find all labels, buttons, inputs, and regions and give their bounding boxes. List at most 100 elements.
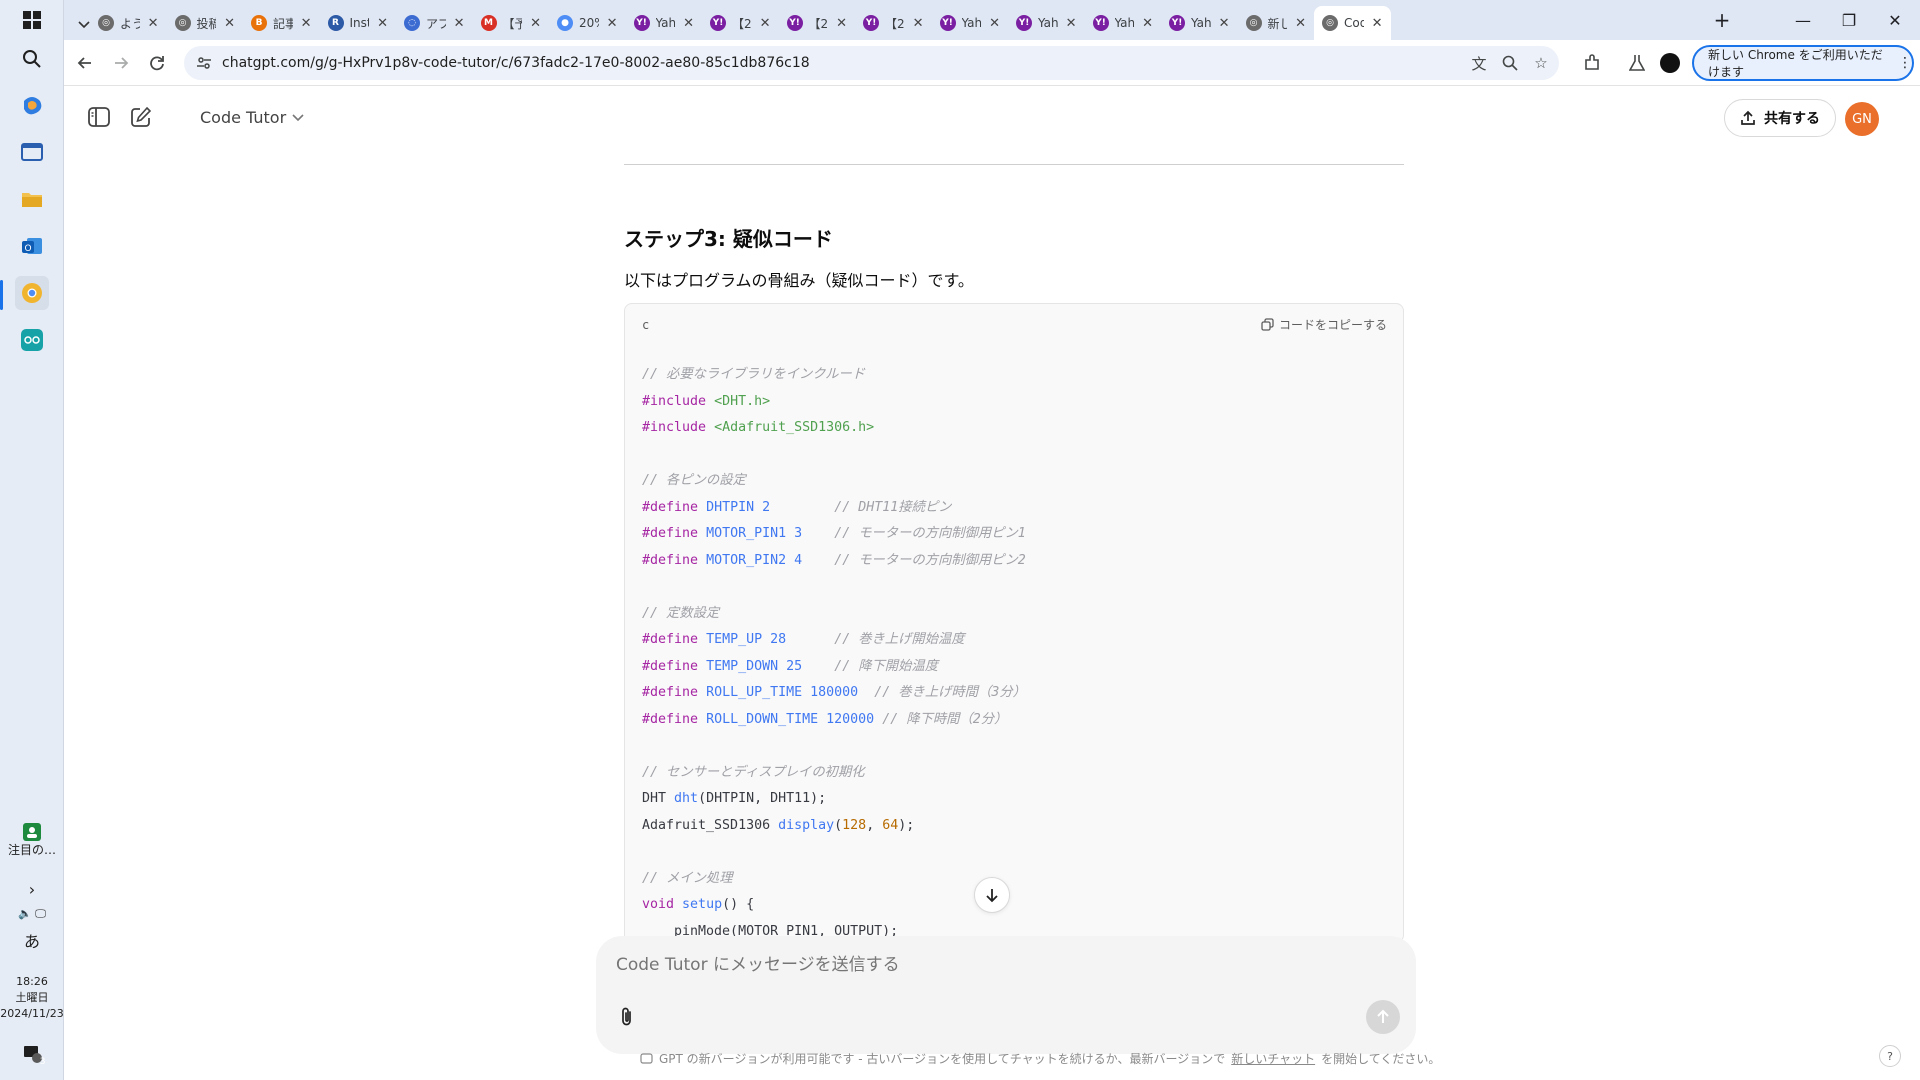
message-input[interactable] [616, 950, 1356, 980]
close-tab-icon[interactable]: ✕ [836, 16, 847, 31]
close-tab-icon[interactable]: ✕ [607, 16, 618, 31]
browser-tab[interactable]: Y! Yaho ✕ [1008, 6, 1085, 40]
zoom-icon[interactable] [1500, 53, 1520, 73]
code-line: #define TEMP_UP 28 // 巻き上げ開始温度 [642, 627, 1026, 654]
share-button[interactable]: 共有する [1724, 99, 1836, 137]
translate-icon[interactable]: 文 [1469, 53, 1489, 73]
code-token: TEMP_UP [706, 632, 763, 647]
clock-time[interactable]: 18:26 [0, 974, 64, 990]
avatar[interactable]: GN [1845, 102, 1879, 136]
close-tab-icon[interactable]: ✕ [1372, 16, 1383, 31]
browser-tab[interactable]: ◎ ようこ ✕ [90, 6, 167, 40]
profile-icon[interactable] [1655, 48, 1685, 78]
browser-tab[interactable]: ◌ アプリ ✕ [396, 6, 473, 40]
browser-tab[interactable]: Y! Yaho ✕ [1085, 6, 1162, 40]
close-tab-icon[interactable]: ✕ [760, 16, 771, 31]
close-tab-icon[interactable]: ✕ [224, 16, 235, 31]
chevron-right-icon[interactable]: › [0, 882, 64, 898]
file-explorer-icon[interactable] [15, 182, 49, 216]
clock-date[interactable]: 2024/11/23 [0, 1006, 64, 1022]
search-icon[interactable] [15, 42, 49, 76]
sidebar-toggle-icon[interactable] [84, 102, 114, 132]
minimize-button[interactable]: — [1780, 0, 1826, 40]
back-button[interactable] [70, 48, 100, 78]
taskview-icon[interactable] [15, 135, 49, 169]
forward-button[interactable] [106, 48, 136, 78]
code-token: // モーターの方向制御用ピン1 [834, 526, 1026, 541]
windows-icon[interactable] [15, 3, 49, 37]
chrome-update-button[interactable]: 新しい Chrome をご利用いただけます ⋮ [1692, 45, 1914, 81]
url-text[interactable]: chatgpt.com/g/g-HxPrv1p8v-code-tutor/c/6… [222, 55, 810, 71]
close-window-button[interactable]: ✕ [1872, 0, 1918, 40]
browser-tab[interactable]: Y! 【20 ✕ [855, 6, 932, 40]
arrow-right-icon [115, 57, 129, 69]
close-tab-icon[interactable]: ✕ [913, 16, 924, 31]
site-info-icon[interactable] [194, 53, 214, 73]
close-tab-icon[interactable]: ✕ [1066, 16, 1077, 31]
browser-tab[interactable]: ● 20% ✕ [549, 6, 626, 40]
bookmark-star-icon[interactable]: ☆ [1531, 53, 1551, 73]
address-bar[interactable]: chatgpt.com/g/g-HxPrv1p8v-code-tutor/c/6… [184, 46, 1559, 80]
close-tab-icon[interactable]: ✕ [1142, 16, 1153, 31]
browser-tab[interactable]: R Insta ✕ [320, 6, 397, 40]
browser-tab[interactable]: ◎ Cod ✕ [1314, 6, 1391, 40]
arduino-icon[interactable] [15, 323, 49, 357]
close-tab-icon[interactable]: ✕ [530, 16, 541, 31]
help-button[interactable]: ? [1879, 1045, 1901, 1067]
ime-indicator[interactable]: あ [0, 934, 64, 950]
close-tab-icon[interactable]: ✕ [148, 16, 159, 31]
restore-button[interactable]: ❐ [1826, 0, 1872, 40]
copy-code-button[interactable]: コードをコピーする [1261, 316, 1387, 333]
tab-title: 【20 [808, 16, 829, 31]
code-line: // 必要なライブラリをインクルード [642, 362, 1026, 389]
send-button[interactable] [1366, 1000, 1400, 1034]
code-line: // メイン処理 [642, 866, 1026, 893]
browser-tab[interactable]: ◎ 投稿 ✕ [167, 6, 244, 40]
section-divider [624, 164, 1404, 165]
close-tab-icon[interactable]: ✕ [989, 16, 1000, 31]
new-chat-link[interactable]: 新しいチャット [1231, 1050, 1315, 1067]
outlook-icon[interactable]: O [15, 229, 49, 263]
browser-tab[interactable]: Y! 【20 ✕ [702, 6, 779, 40]
notification-icon[interactable]: 3 [15, 1036, 49, 1070]
close-tab-icon[interactable]: ✕ [377, 16, 388, 31]
close-tab-icon[interactable]: ✕ [683, 16, 694, 31]
loading-icon: ◌ [404, 15, 420, 31]
close-tab-icon[interactable]: ✕ [1295, 16, 1306, 31]
new-chat-icon[interactable] [126, 102, 156, 132]
tab-title: 20% [579, 16, 599, 30]
clock-day[interactable]: 土曜日 [0, 990, 64, 1006]
browser-tab[interactable]: ◎ 新しい ✕ [1238, 6, 1315, 40]
more-menu-icon[interactable]: ⋮ [1898, 55, 1912, 71]
code-token: display [778, 817, 835, 833]
model-selector[interactable]: Code Tutor [200, 108, 304, 127]
extensions-icon[interactable] [1577, 48, 1607, 78]
copilot-icon[interactable] [15, 88, 49, 122]
tab-title: 記事 [273, 16, 293, 31]
volume-network-icons[interactable]: 🔈 🖵 [0, 906, 64, 922]
browser-tab[interactable]: Y! Yaho ✕ [1161, 6, 1238, 40]
version-notice: GPT の新バージョンが利用可能です - 古いバージョンを使用してチャットを続け… [640, 1050, 1440, 1067]
chrome-icon[interactable] [14, 276, 49, 310]
browser-tab[interactable]: Y! Yaho ✕ [932, 6, 1009, 40]
browser-tab[interactable]: Y! Yaho ✕ [626, 6, 703, 40]
attach-file-button[interactable] [612, 1002, 642, 1032]
close-tab-icon[interactable]: ✕ [301, 16, 312, 31]
browser-tab[interactable]: B 記事 ✕ [243, 6, 320, 40]
close-tab-icon[interactable]: ✕ [454, 16, 465, 31]
scroll-to-bottom-button[interactable] [974, 877, 1010, 913]
new-tab-button[interactable]: + [1699, 0, 1745, 40]
browser-tab[interactable]: M 【予 ✕ [473, 6, 550, 40]
reload-button[interactable] [142, 48, 172, 78]
labs-flask-icon[interactable] [1622, 48, 1652, 78]
news-widget-label[interactable]: 注目の… [0, 842, 64, 858]
code-body[interactable]: // 必要なライブラリをインクルード #include <DHT.h> #inclu… [642, 362, 1026, 942]
browser-tab[interactable]: Y! 【20 ✕ [779, 6, 856, 40]
close-tab-icon[interactable]: ✕ [1219, 16, 1230, 31]
